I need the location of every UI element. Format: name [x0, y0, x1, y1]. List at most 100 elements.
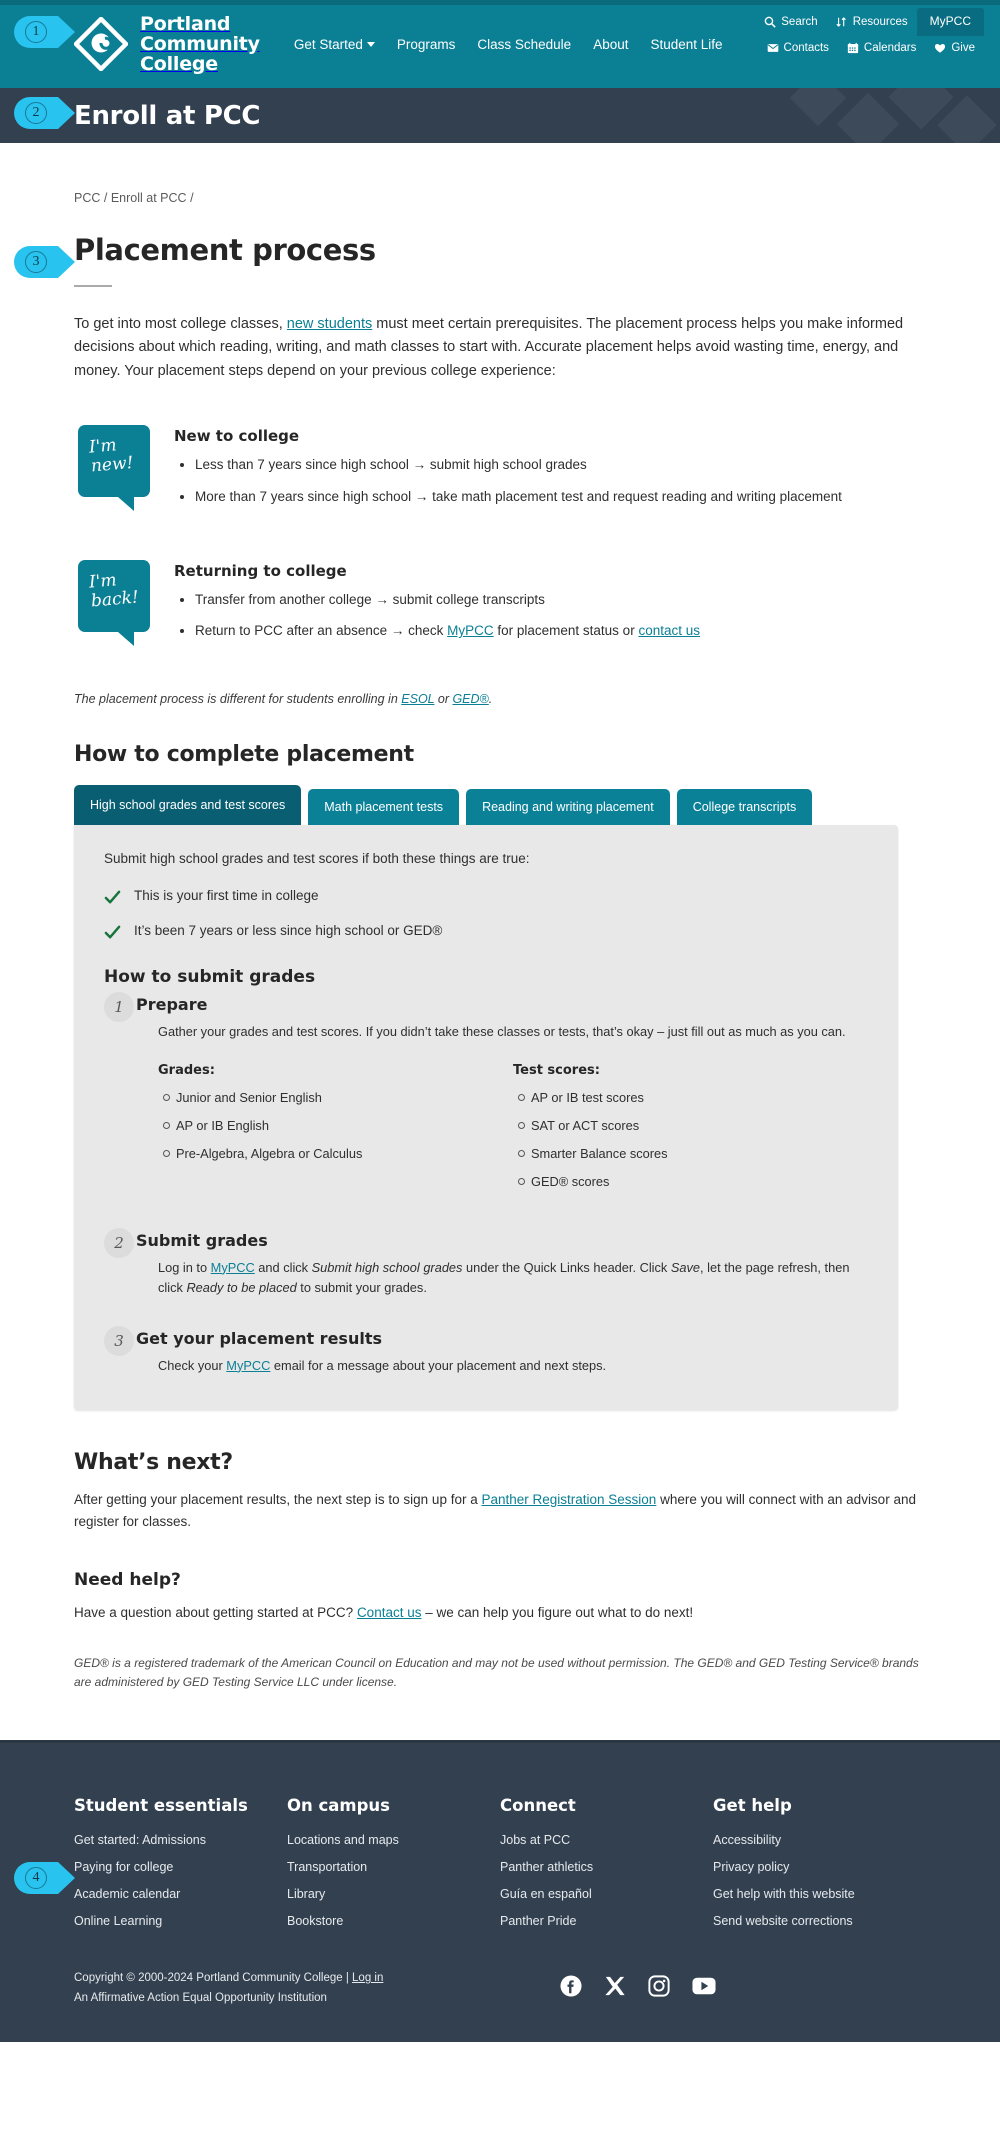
tab-college-transcripts[interactable]: College transcripts	[676, 789, 813, 826]
login-link[interactable]: Log in	[352, 1972, 383, 1984]
new-students-link[interactable]: new students	[287, 316, 372, 332]
site-logo-text: Portland Community College	[140, 14, 260, 74]
resources-button[interactable]: Resources	[827, 8, 917, 36]
calendar-icon	[847, 42, 859, 54]
instagram-icon[interactable]	[648, 1975, 670, 1997]
speech-bubble-icon-back: I'm back!	[78, 559, 150, 646]
footer-column-connect: Connect Jobs at PCC Panther athletics Gu…	[500, 1796, 713, 1941]
footer-link[interactable]: Send website corrections	[713, 1914, 926, 1928]
tab-panel-high-school-grades: Submit high school grades and test score…	[74, 825, 898, 1411]
footer-link[interactable]: Privacy policy	[713, 1860, 926, 1874]
nav-item-student-life[interactable]: Student Life	[650, 37, 722, 52]
note-text-2: or	[434, 692, 453, 707]
footer-link[interactable]: Locations and maps	[287, 1833, 500, 1847]
how-to-submit-grades-heading: How to submit grades	[104, 967, 316, 988]
step-title: Prepare	[136, 995, 208, 1015]
footer-link[interactable]: Bookstore	[287, 1914, 500, 1928]
footer-link[interactable]: Get started: Admissions	[74, 1833, 287, 1847]
footer-link[interactable]: Panther Pride	[500, 1914, 713, 1928]
list-item: AP or IB test scores	[518, 1088, 868, 1107]
footer-link[interactable]: Library	[287, 1887, 500, 1901]
nav-item-class-schedule[interactable]: Class Schedule	[477, 37, 571, 52]
ged-link[interactable]: GED®	[452, 692, 488, 706]
step-text-1: Log in to	[158, 1259, 211, 1275]
step-header: 3 Get your placement results	[104, 1325, 868, 1356]
step-text-1: Check your	[158, 1357, 227, 1373]
tab-math-placement-tests[interactable]: Math placement tests	[308, 789, 460, 826]
footer-column-student-essentials: Student essentials Get started: Admissio…	[74, 1796, 287, 1941]
mypcc-link[interactable]: MyPCC	[447, 623, 494, 638]
esol-ged-note: The placement process is different for s…	[74, 692, 926, 706]
nav-item-about[interactable]: About	[593, 37, 628, 52]
checklist-item: It’s been 7 years or less since high sch…	[104, 923, 868, 941]
mypcc-link[interactable]: MyPCC	[226, 1358, 270, 1373]
breadcrumb-separator-2: /	[190, 191, 194, 205]
footer-link[interactable]: Accessibility	[713, 1833, 926, 1847]
footer-link[interactable]: Online Learning	[74, 1914, 287, 1928]
note-text-3: .	[488, 692, 493, 707]
breadcrumb-item-pcc[interactable]: PCC	[74, 191, 100, 205]
checklist-text: It’s been 7 years or less since high sch…	[134, 923, 443, 939]
main-content: PCC / Enroll at PCC / Placement process …	[0, 143, 1000, 1692]
search-button[interactable]: Search	[755, 8, 826, 36]
site-header: Portland Community College Get Started P…	[0, 0, 1000, 88]
site-footer: Student essentials Get started: Admissio…	[0, 1740, 1000, 2043]
list-item: More than 7 years since high school → ta…	[195, 487, 842, 507]
nav-item-get-started[interactable]: Get Started	[294, 37, 375, 52]
envelope-icon	[767, 42, 779, 54]
card-body: Returning to college Transfer from anoth…	[174, 560, 700, 653]
list-item: Junior and Senior English	[163, 1088, 513, 1107]
panther-registration-session-link[interactable]: Panther Registration Session	[481, 1492, 656, 1507]
callout-marker-4: 4	[14, 1862, 75, 1894]
column-heading: Test scores:	[513, 1062, 600, 1078]
site-logo-link[interactable]: Portland Community College	[74, 14, 260, 74]
footer-column-heading: On campus	[287, 1796, 391, 1816]
footer-link[interactable]: Guía en español	[500, 1887, 713, 1901]
mypcc-button[interactable]: MyPCC	[916, 8, 984, 36]
contacts-button[interactable]: Contacts	[758, 38, 838, 58]
footer-link[interactable]: Academic calendar	[74, 1887, 287, 1901]
contact-us-link[interactable]: Contact us	[357, 1605, 422, 1620]
affirmative-action-text: An Affirmative Action Equal Opportunity …	[74, 1991, 327, 2004]
pcc-diamond-logo-icon	[74, 17, 128, 71]
give-button[interactable]: Give	[925, 38, 984, 58]
card-heading: New to college	[174, 427, 300, 446]
footer-link[interactable]: Panther athletics	[500, 1860, 713, 1874]
mypcc-link[interactable]: MyPCC	[211, 1260, 255, 1275]
column-list: AP or IB test scores SAT or ACT scores S…	[513, 1088, 868, 1192]
utility-row-secondary: Contacts Calendars Give	[758, 38, 984, 58]
esol-link[interactable]: ESOL	[401, 692, 434, 706]
step-number-badge: 1	[104, 992, 134, 1023]
need-help-text-2: – we can help you figure out what to do …	[421, 1605, 694, 1621]
calendars-button[interactable]: Calendars	[838, 38, 925, 58]
step-number-badge: 2	[104, 1227, 134, 1258]
card-body: New to college Less than 7 years since h…	[174, 425, 842, 518]
tab-high-school-grades[interactable]: High school grades and test scores	[74, 785, 302, 826]
checklist-item: This is your first time in college	[104, 888, 868, 906]
page-banner: Enroll at PCC	[0, 88, 1000, 143]
tab-reading-writing-placement[interactable]: Reading and writing placement	[466, 789, 670, 826]
facebook-icon[interactable]	[560, 1975, 582, 1997]
x-twitter-icon[interactable]	[604, 1975, 626, 1997]
footer-legal: Copyright © 2000-2024 Portland Community…	[74, 1969, 383, 2008]
nav-label: Get Started	[293, 36, 363, 52]
footer-columns: Student essentials Get started: Admissio…	[74, 1796, 926, 1941]
footer-link[interactable]: Transportation	[287, 1860, 500, 1874]
contact-us-link[interactable]: contact us	[638, 623, 700, 638]
breadcrumb-item-enroll[interactable]: Enroll at PCC	[111, 191, 187, 205]
copyright-text: Copyright © 2000-2024 Portland Community…	[74, 1972, 353, 1985]
whats-next-heading: What’s next?	[74, 1450, 233, 1476]
check-icon	[104, 924, 121, 941]
footer-link[interactable]: Paying for college	[74, 1860, 287, 1874]
footer-link[interactable]: Jobs at PCC	[500, 1833, 713, 1847]
step-title: Get your placement results	[136, 1328, 382, 1348]
card-new-to-college: I'm new! New to college Less than 7 year…	[74, 425, 926, 518]
step-3-get-results: 3 Get your placement results Check your …	[104, 1325, 868, 1376]
nav-item-programs[interactable]: Programs	[397, 37, 456, 52]
list-item: Pre-Algebra, Algebra or Calculus	[163, 1144, 513, 1163]
footer-link[interactable]: Get help with this website	[713, 1887, 926, 1901]
callout-label: 4	[25, 1867, 47, 1889]
youtube-icon[interactable]	[692, 1975, 716, 1997]
callout-label: 1	[25, 21, 47, 43]
resources-label: Resources	[852, 16, 908, 28]
